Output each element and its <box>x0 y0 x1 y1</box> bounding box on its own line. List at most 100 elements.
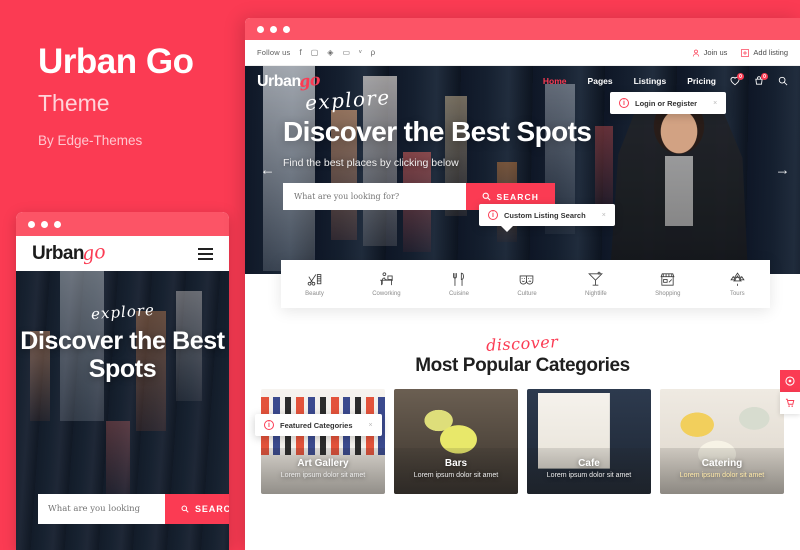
category-coworking[interactable]: Coworking <box>372 271 401 297</box>
category-card-cafe[interactable]: Cafe Lorem ipsum dolor sit amet <box>527 389 651 494</box>
youtube-icon[interactable]: ▭ <box>342 48 350 57</box>
browser-window: Follow us f ▢ ◈ ▭ ᵛ ρ Join us Add listin… <box>245 18 800 550</box>
theatre-masks-icon <box>520 275 534 285</box>
mobile-hero-heading: Discover the Best Spots <box>20 327 225 383</box>
facebook-icon[interactable]: f <box>299 48 301 57</box>
info-icon: i <box>488 210 498 220</box>
category-card-catering[interactable]: Catering Lorem ipsum dolor sit amet <box>660 389 784 494</box>
card-title: Bars <box>444 458 468 469</box>
hero-subtitle: Find the best places by clicking below <box>283 157 459 170</box>
window-dot-maximize[interactable] <box>283 25 290 33</box>
card-title: Art Gallery <box>297 458 349 469</box>
mobile-hero: explore Discover the Best Spots SEARCH <box>16 271 229 550</box>
mobile-mockup: Urbango explore Discover the Best Spots … <box>16 212 229 550</box>
window-dot-close[interactable] <box>28 220 35 228</box>
mobile-logo[interactable]: Urbango <box>32 241 107 266</box>
card-title: Catering <box>701 458 743 469</box>
card-description: Lorem ipsum dolor sit amet <box>413 472 499 479</box>
desk-person-icon <box>380 272 393 286</box>
category-nightlife-label: Nightlife <box>585 291 607 297</box>
mobile-search-bar: SEARCH <box>38 494 229 524</box>
nav-item-listings[interactable]: Listings <box>634 76 667 86</box>
add-listing-button[interactable]: Add listing <box>741 48 788 57</box>
pinterest-icon[interactable]: ρ <box>371 48 376 57</box>
cocktail-icon <box>588 271 604 286</box>
card-description: Lorem ipsum dolor sit amet <box>679 472 765 479</box>
category-shopping-label: Shopping <box>655 291 681 297</box>
instagram-icon[interactable]: ▢ <box>311 48 319 57</box>
category-culture-label: Culture <box>517 291 537 297</box>
rail-cart-button[interactable] <box>780 392 800 414</box>
tooltip-featured-categories[interactable]: i Featured Categories × <box>255 414 382 436</box>
promo-subtitle: Theme <box>38 89 110 116</box>
category-card-art-gallery[interactable]: Art Gallery Lorem ipsum dolor sit amet <box>261 389 385 494</box>
promo-byline: By Edge-Themes <box>38 133 143 149</box>
trees-icon <box>730 272 745 286</box>
follow-us-group: Follow us f ▢ ◈ ▭ ᵛ ρ <box>257 48 375 57</box>
scissors-comb-icon <box>307 274 322 286</box>
nav-item-pricing[interactable]: Pricing <box>687 76 716 86</box>
card-overlay: Bars Lorem ipsum dolor sit amet <box>394 448 518 494</box>
nav-item-home[interactable]: Home <box>543 76 567 86</box>
search-icon <box>482 193 491 202</box>
category-shopping[interactable]: Shopping <box>655 271 680 297</box>
nav-icon-group: 0 0 <box>730 73 788 86</box>
card-title: Cafe <box>578 458 600 469</box>
nav-item-pages[interactable]: Pages <box>588 76 613 86</box>
join-us-button[interactable]: Join us <box>692 48 727 57</box>
logo-word: Urban <box>32 243 85 264</box>
card-overlay: Cafe Lorem ipsum dolor sit amet <box>527 448 651 494</box>
mobile-search-button-label: SEARCH <box>195 504 229 514</box>
heart-icon[interactable]: 0 <box>730 73 744 86</box>
category-beauty-label: Beauty <box>305 291 324 297</box>
close-icon[interactable]: × <box>713 100 717 107</box>
cart-icon <box>785 398 795 407</box>
category-culture[interactable]: Culture <box>517 271 537 297</box>
hamburger-icon[interactable] <box>198 247 213 260</box>
storefront-icon <box>660 273 675 286</box>
plus-box-icon <box>741 48 750 57</box>
top-utility-bar: Follow us f ▢ ◈ ▭ ᵛ ρ Join us Add listin… <box>245 40 800 66</box>
logo-script: go <box>297 69 321 92</box>
mobile-search-input[interactable] <box>38 494 165 524</box>
hero-content: explore Discover the Best Spots Find the… <box>283 85 623 211</box>
twitter-icon[interactable]: ◈ <box>327 48 333 57</box>
window-dot-minimize[interactable] <box>270 25 277 33</box>
purchase-button[interactable] <box>780 370 800 392</box>
mobile-search-button[interactable]: SEARCH <box>165 494 229 524</box>
category-tours[interactable]: Tours <box>729 271 746 297</box>
floating-right-rail <box>780 370 800 414</box>
cart-badge: 0 <box>761 73 768 80</box>
mobile-window-bar <box>16 212 229 236</box>
hero-prev-arrow[interactable]: ← <box>260 162 275 179</box>
search-input[interactable] <box>283 183 466 211</box>
tooltip-featured-categories-label: Featured Categories <box>280 420 353 430</box>
vimeo-icon[interactable]: ᵛ <box>359 48 362 57</box>
site-logo[interactable]: Urbango <box>257 69 321 92</box>
tooltip-login-register[interactable]: i Login or Register × <box>610 92 727 114</box>
info-icon: i <box>619 98 629 108</box>
category-card-bars[interactable]: Bars Lorem ipsum dolor sit amet <box>394 389 518 494</box>
close-icon[interactable]: × <box>369 422 373 429</box>
category-cuisine[interactable]: Cuisine <box>449 271 469 297</box>
nav-links: Home Pages Listings Pricing <box>543 76 716 86</box>
hero-next-arrow[interactable]: → <box>775 162 790 179</box>
category-coworking-label: Coworking <box>372 291 401 297</box>
search-icon[interactable] <box>778 76 788 86</box>
fork-knife-icon <box>453 272 465 286</box>
category-beauty[interactable]: Beauty <box>305 271 324 297</box>
card-overlay: Art Gallery Lorem ipsum dolor sit amet <box>261 448 385 494</box>
promo-title: Urban Go <box>38 42 194 81</box>
window-dot-minimize[interactable] <box>41 220 48 228</box>
cart-icon[interactable]: 0 <box>754 73 768 86</box>
tooltip-custom-listing-search[interactable]: i Custom Listing Search × <box>479 204 615 232</box>
popular-heading: Most Popular Categories <box>415 355 630 376</box>
close-icon[interactable]: × <box>602 212 606 219</box>
window-dot-maximize[interactable] <box>54 220 61 228</box>
promo-panel: Urban Go Theme By Edge-Themes Urbango ex… <box>0 0 245 550</box>
heart-badge: 0 <box>737 73 744 80</box>
mobile-hero-script: explore <box>90 300 155 324</box>
popular-script-text: discover <box>485 332 560 355</box>
window-dot-close[interactable] <box>257 25 264 33</box>
category-nightlife[interactable]: Nightlife <box>585 271 607 297</box>
